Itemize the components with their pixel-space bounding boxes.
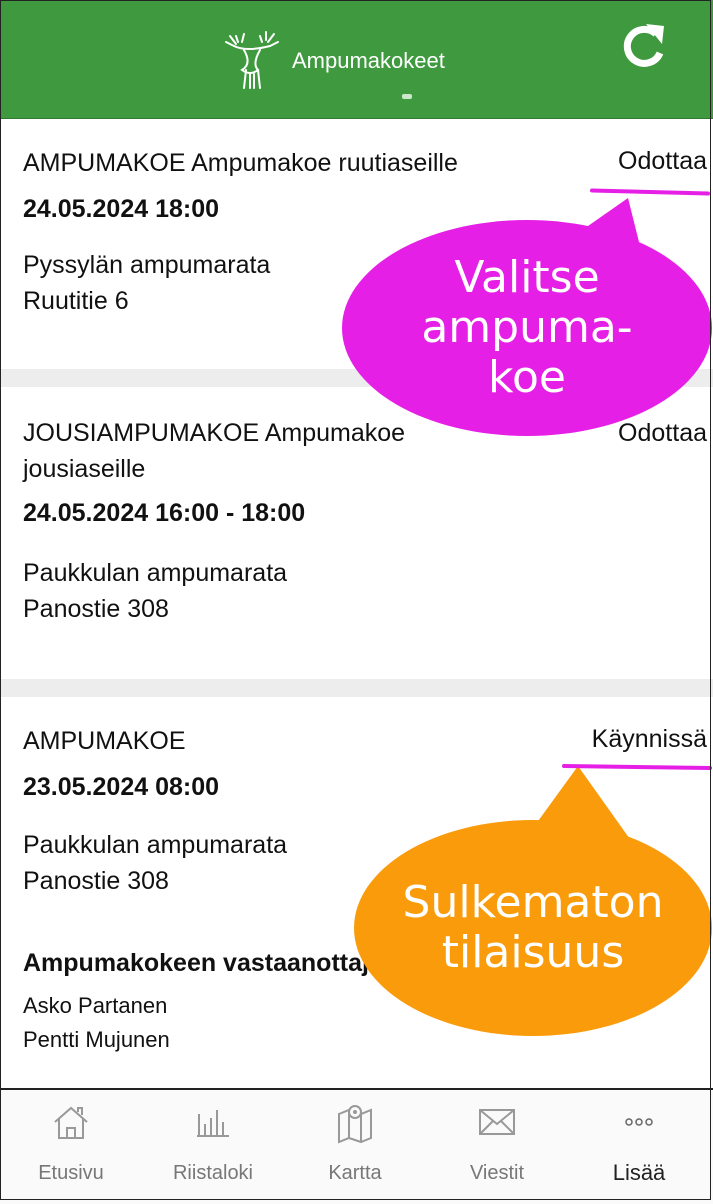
event-title-line2: jousiaseille xyxy=(23,455,146,483)
callout-text: tilaisuus xyxy=(441,927,625,978)
nav-item-etusivu[interactable]: Etusivu xyxy=(0,1090,142,1204)
callout-select-bubble: Valitse ampuma- koe xyxy=(342,220,712,436)
header-indicator xyxy=(402,94,412,99)
event-place-address: Panostie 308 xyxy=(23,595,169,623)
bottom-navigation: Etusivu Riistaloki Kartta Viestit Lisää xyxy=(0,1088,713,1204)
event-title: AMPUMAKOE xyxy=(23,727,186,755)
nav-label: Etusivu xyxy=(38,1162,104,1184)
receiver-name: Pentti Mujunen xyxy=(23,1027,170,1052)
page-title: Ampumakokeet xyxy=(292,48,445,73)
moose-logo-icon xyxy=(225,31,279,89)
nav-item-kartta[interactable]: Kartta xyxy=(284,1090,426,1204)
receiver-name: Asko Partanen xyxy=(23,993,168,1018)
nav-label: Viestit xyxy=(469,1162,525,1184)
callout-text: Sulkematon xyxy=(402,877,664,928)
nav-item-riistaloki[interactable]: Riistaloki xyxy=(142,1090,284,1204)
nav-label: Kartta xyxy=(328,1162,382,1184)
chart-icon xyxy=(197,1110,229,1137)
event-datetime: 24.05.2024 16:00 - 18:00 xyxy=(23,499,306,527)
event-place-name: Paukkulan ampumarata xyxy=(23,559,288,587)
nav-item-lisaa[interactable]: Lisää xyxy=(568,1090,710,1204)
event-datetime: 24.05.2024 18:00 xyxy=(23,195,220,223)
event-card[interactable]: JOUSIAMPUMAKOE Ampumakoe jousiaseille Od… xyxy=(0,387,713,679)
nav-label: Lisää xyxy=(612,1160,666,1185)
refresh-icon[interactable] xyxy=(616,20,670,74)
nav-label: Riistaloki xyxy=(172,1162,254,1184)
callout-text: Valitse xyxy=(454,252,600,303)
mail-icon xyxy=(479,1109,515,1135)
callout-text: koe xyxy=(488,352,566,403)
event-status: Odottaa xyxy=(618,147,707,175)
divider xyxy=(0,679,713,697)
event-place-name: Paukkulan ampumarata xyxy=(23,831,288,859)
receivers-heading: Ampumakokeen vastaanottajat xyxy=(23,949,392,977)
event-place-address: Ruutitie 6 xyxy=(23,287,129,315)
event-place-name: Pyssylän ampumarata xyxy=(23,251,271,279)
callout-open-bubble: Sulkematon tilaisuus xyxy=(354,820,712,1036)
event-title: AMPUMAKOE Ampumakoe ruutiaseille xyxy=(23,149,458,177)
event-place-address: Panostie 308 xyxy=(23,867,169,895)
callout-text: ampuma- xyxy=(421,302,633,353)
event-status: Käynnissä xyxy=(591,725,707,753)
event-status: Odottaa xyxy=(618,419,707,447)
map-icon xyxy=(338,1105,372,1144)
event-datetime: 23.05.2024 08:00 xyxy=(23,773,220,801)
nav-item-viestit[interactable]: Viestit xyxy=(426,1090,568,1204)
more-icon xyxy=(625,1118,653,1126)
app-header: Ampumakokeet xyxy=(0,0,713,119)
home-icon xyxy=(54,1106,88,1139)
